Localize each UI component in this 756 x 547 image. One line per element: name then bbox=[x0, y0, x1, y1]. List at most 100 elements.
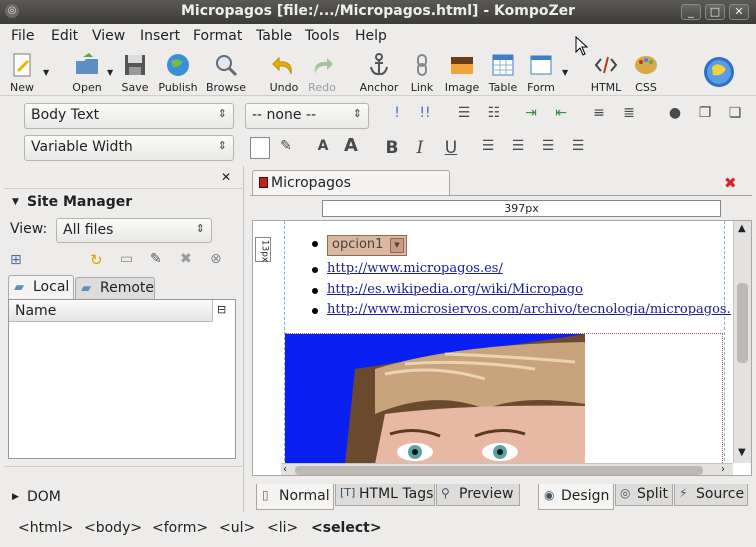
view-filter-select[interactable]: All files ⇕ bbox=[56, 218, 212, 243]
anchor-button[interactable]: Anchor bbox=[357, 52, 401, 94]
expand-arrow-icon[interactable]: ▶ bbox=[12, 492, 19, 502]
document-viewport[interactable]: 13px opcion1 ▼ http://www.micropagos.es/… bbox=[252, 220, 752, 476]
publish-button[interactable]: Publish bbox=[156, 52, 200, 94]
align-block-icon[interactable]: ≡ bbox=[588, 105, 610, 127]
image-button[interactable]: Image bbox=[440, 52, 484, 94]
delete-icon[interactable]: ✖ bbox=[180, 251, 192, 267]
link-micropagos[interactable]: http://www.micropagos.es/ bbox=[327, 261, 503, 276]
indent-icon[interactable]: ⇥ bbox=[520, 105, 542, 127]
font-larger-icon[interactable]: A bbox=[340, 135, 362, 157]
vertical-scrollbar[interactable]: ▲ ▼ bbox=[733, 221, 751, 463]
bold-icon[interactable]: B bbox=[381, 138, 403, 160]
outdent-icon[interactable]: ⇤ bbox=[550, 105, 572, 127]
new-folder-icon[interactable]: ▭ bbox=[120, 251, 133, 267]
form-dropdown-arrow-icon[interactable]: ▼ bbox=[562, 68, 568, 77]
align-right-icon[interactable]: ☰ bbox=[537, 138, 559, 160]
tab-html-tags[interactable]: [T] HTML Tags bbox=[335, 484, 435, 506]
numbered-list-icon[interactable]: ☰ bbox=[453, 105, 475, 127]
strong-emphasis-icon[interactable]: !! bbox=[414, 105, 436, 127]
underline-icon[interactable]: U bbox=[440, 138, 462, 160]
path-form[interactable]: <form> bbox=[152, 520, 208, 536]
class-select[interactable]: -- none -- ⇕ bbox=[245, 103, 369, 129]
new-button[interactable]: New bbox=[0, 52, 44, 94]
path-body[interactable]: <body> bbox=[84, 520, 142, 536]
redo-button[interactable]: Redo bbox=[300, 52, 344, 94]
html-code-icon bbox=[594, 56, 618, 74]
menu-help[interactable]: Help bbox=[355, 28, 387, 44]
tab-source[interactable]: ⚡ Source bbox=[674, 484, 748, 506]
file-tree[interactable]: Name ⊟ bbox=[8, 299, 236, 459]
collapse-arrow-icon[interactable]: ▼ bbox=[12, 197, 19, 207]
list-item bbox=[312, 267, 318, 273]
scroll-up-icon[interactable]: ▲ bbox=[738, 223, 746, 234]
align-justify-full-icon[interactable]: ☰ bbox=[567, 138, 589, 160]
align-justify-icon[interactable]: ≣ bbox=[618, 105, 640, 127]
document-tab[interactable]: Micropagos bbox=[252, 170, 450, 196]
bring-forward-icon[interactable]: ❐ bbox=[694, 105, 716, 127]
italic-icon[interactable]: I bbox=[409, 138, 431, 160]
path-select[interactable]: <select> bbox=[311, 520, 382, 536]
close-document-icon[interactable]: ✖ bbox=[724, 174, 737, 192]
html-button[interactable]: HTML bbox=[584, 52, 628, 94]
horizontal-scrollbar[interactable]: ‹ › bbox=[281, 463, 733, 475]
tab-local[interactable]: ▰ Local bbox=[8, 275, 74, 299]
css-palette-icon bbox=[635, 56, 657, 74]
path-li[interactable]: <li> bbox=[267, 520, 298, 536]
tab-preview[interactable]: ⚲ Preview bbox=[436, 484, 520, 506]
bullet-list-icon[interactable]: ☷ bbox=[483, 105, 505, 127]
save-disk-icon bbox=[125, 55, 145, 75]
menu-table[interactable]: Table bbox=[256, 28, 292, 44]
edit-sites-icon[interactable]: ⊞ bbox=[10, 252, 22, 268]
text-color-swatch[interactable] bbox=[250, 137, 270, 159]
save-button[interactable]: Save bbox=[113, 52, 157, 94]
path-html[interactable]: <html> bbox=[18, 520, 73, 536]
form-icon bbox=[530, 55, 552, 75]
tab-normal[interactable]: ▯ Normal bbox=[256, 484, 334, 510]
site-manager-title: Site Manager bbox=[27, 194, 133, 210]
tab-remote[interactable]: ▰ Remote bbox=[75, 277, 155, 299]
font-select[interactable]: Variable Width ⇕ bbox=[24, 135, 234, 161]
minimize-button[interactable]: _ bbox=[681, 4, 701, 20]
menu-file[interactable]: File bbox=[11, 28, 34, 44]
menu-format[interactable]: Format bbox=[193, 28, 242, 44]
options-select[interactable]: opcion1 ▼ bbox=[327, 235, 407, 256]
browse-button[interactable]: Browse bbox=[204, 52, 248, 94]
menu-view[interactable]: View bbox=[92, 28, 125, 44]
scroll-left-icon[interactable]: ‹ bbox=[283, 464, 287, 475]
paragraph-format-select[interactable]: Body Text ⇕ bbox=[24, 103, 234, 129]
emphasis-icon[interactable]: ! bbox=[386, 105, 408, 127]
align-left-icon[interactable]: ☰ bbox=[477, 138, 499, 160]
font-smaller-icon[interactable]: A bbox=[312, 138, 334, 160]
open-button[interactable]: Open bbox=[65, 52, 109, 94]
positioning-icon[interactable]: ● bbox=[664, 105, 686, 127]
css-button[interactable]: CSS bbox=[624, 52, 668, 94]
scroll-right-icon[interactable]: › bbox=[721, 464, 725, 475]
close-button[interactable]: ✕ bbox=[729, 4, 749, 20]
column-picker-icon[interactable]: ⊟ bbox=[217, 303, 226, 316]
scroll-down-icon[interactable]: ▼ bbox=[738, 447, 746, 458]
menu-insert[interactable]: Insert bbox=[140, 28, 180, 44]
send-backward-icon[interactable]: ❏ bbox=[724, 105, 746, 127]
link-wikipedia[interactable]: http://es.wikipedia.org/wiki/Micropago bbox=[327, 282, 583, 297]
align-center-icon[interactable]: ☰ bbox=[507, 138, 529, 160]
tab-design[interactable]: ◉ Design bbox=[538, 484, 614, 510]
rename-icon[interactable]: ✎ bbox=[150, 251, 162, 267]
menu-edit[interactable]: Edit bbox=[51, 28, 78, 44]
photo-image[interactable] bbox=[285, 334, 585, 464]
column-header-name[interactable]: Name bbox=[9, 300, 213, 322]
horizontal-scroll-thumb[interactable] bbox=[295, 466, 703, 475]
split-view-icon: ◎ bbox=[620, 486, 631, 500]
highlight-pen-icon[interactable]: ✎ bbox=[275, 138, 297, 160]
path-ul[interactable]: <ul> bbox=[219, 520, 255, 536]
close-panel-icon[interactable]: ✕ bbox=[221, 170, 231, 184]
form-button[interactable]: Form bbox=[519, 52, 563, 94]
link-button[interactable]: Link bbox=[400, 52, 444, 94]
stop-icon[interactable]: ⊗ bbox=[210, 251, 222, 267]
tab-split[interactable]: ◎ Split bbox=[615, 484, 673, 506]
refresh-icon[interactable]: ↻ bbox=[90, 251, 103, 269]
menu-tools[interactable]: Tools bbox=[305, 28, 340, 44]
maximize-button[interactable]: □ bbox=[705, 4, 725, 20]
new-dropdown-arrow-icon[interactable]: ▼ bbox=[43, 68, 49, 77]
link-microsiervos[interactable]: http://www.microsiervos.com/archivo/tecn… bbox=[327, 302, 731, 317]
vertical-scroll-thumb[interactable] bbox=[737, 283, 748, 363]
